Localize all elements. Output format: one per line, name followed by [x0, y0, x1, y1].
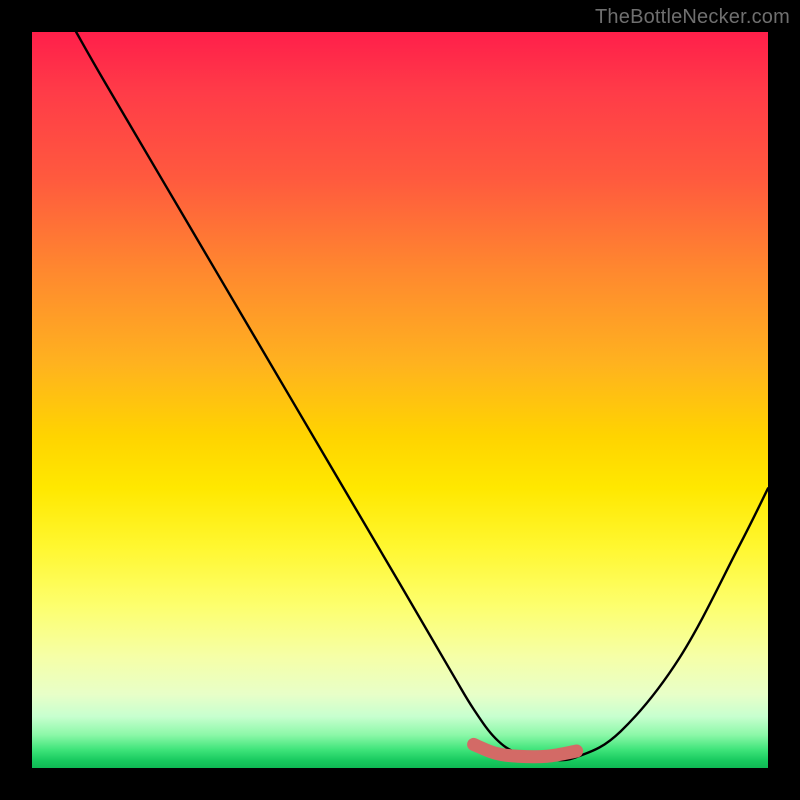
curve-line [76, 32, 768, 760]
highlight-segment [474, 744, 577, 756]
watermark-text: TheBottleNecker.com [595, 6, 790, 29]
chart-svg [32, 32, 768, 768]
chart-frame: TheBottleNecker.com [0, 0, 800, 800]
plot-area [32, 32, 768, 768]
